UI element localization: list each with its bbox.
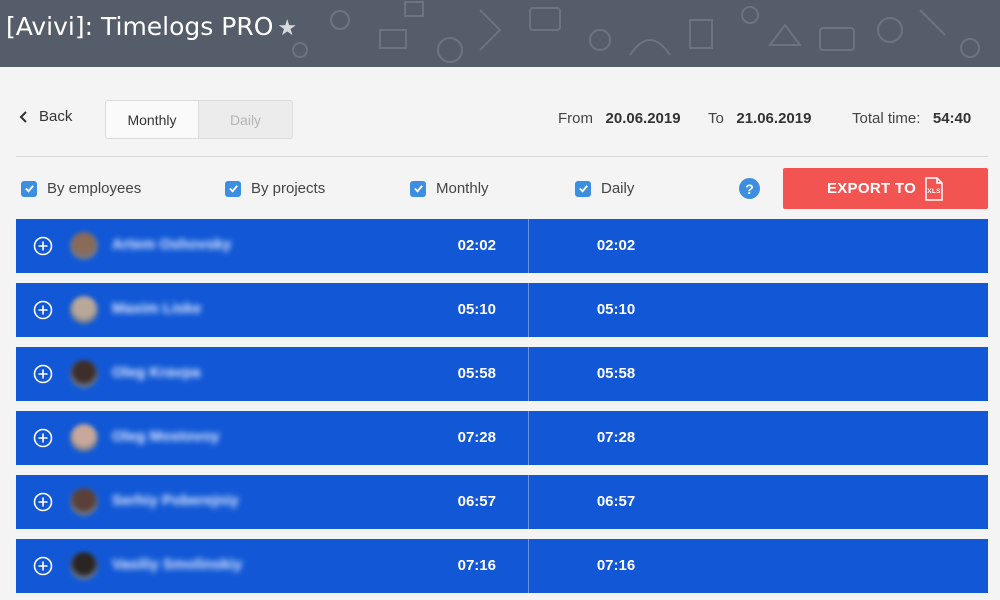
employee-row[interactable]: Vasiliy Smolinskiy 07:16 07:16: [16, 539, 988, 593]
column-divider: [528, 283, 529, 337]
star-icon[interactable]: ★: [277, 16, 297, 41]
total-time-cell: 05:58: [457, 365, 496, 382]
expand-plus-icon[interactable]: [33, 236, 53, 256]
total-time-cell: 07:28: [457, 429, 496, 446]
checkmark-icon: [410, 180, 426, 197]
daily-time-cell: 06:57: [596, 493, 636, 510]
toolbar: Back Monthly Daily From 20.06.2019 To 21…: [0, 95, 1000, 143]
employee-name: Oleg Mostovoy: [112, 428, 220, 445]
by-employees-checkbox[interactable]: By employees: [21, 180, 141, 197]
back-label: Back: [39, 108, 73, 125]
column-divider: [528, 475, 529, 529]
expand-plus-icon[interactable]: [33, 556, 53, 576]
svg-text:XLS: XLS: [927, 188, 941, 195]
column-divider: [528, 539, 529, 593]
expand-plus-icon[interactable]: [33, 364, 53, 384]
from-date[interactable]: 20.06.2019: [606, 110, 681, 127]
page-title-text: [Avivi]: Timelogs PRO: [6, 12, 274, 41]
back-button[interactable]: Back: [18, 108, 72, 125]
checkmark-icon: [575, 180, 591, 197]
checkmark-icon: [21, 180, 37, 197]
employee-row[interactable]: Maxim Liske 05:10 05:10: [16, 283, 988, 337]
avatar: [70, 488, 98, 516]
avatar: [70, 424, 98, 452]
export-button[interactable]: EXPORT TO XLS: [783, 168, 988, 209]
to-range: To 21.06.2019: [708, 110, 811, 127]
checkmark-icon: [225, 180, 241, 197]
total-time-value: 54:40: [932, 110, 972, 127]
view-toggle-daily[interactable]: Daily: [199, 101, 292, 138]
employee-row[interactable]: Oleg Mostovoy 07:28 07:28: [16, 411, 988, 465]
employee-name: Maxim Liske: [112, 300, 202, 317]
daily-time-cell: 05:10: [596, 301, 636, 318]
employee-name: Vasiliy Smolinskiy: [112, 556, 243, 573]
monthly-label: Monthly: [436, 180, 489, 197]
help-icon[interactable]: ?: [739, 178, 760, 199]
xls-file-icon: XLS: [925, 176, 943, 201]
daily-label: Daily: [601, 180, 635, 197]
app-header: [Avivi]: Timelogs PRO ★: [0, 0, 1000, 67]
export-label: EXPORT TO: [826, 180, 917, 197]
view-toggle-monthly[interactable]: Monthly: [106, 101, 199, 138]
by-projects-label: By projects: [251, 180, 326, 197]
to-date[interactable]: 21.06.2019: [736, 110, 811, 127]
column-divider: [528, 347, 529, 401]
daily-checkbox[interactable]: Daily: [575, 180, 634, 197]
daily-time-cell: 07:28: [596, 429, 636, 446]
expand-plus-icon[interactable]: [33, 492, 53, 512]
employee-list: Artem Oshovsky 02:02 02:02 Maxim Liske 0…: [16, 219, 988, 600]
total-time-cell: 02:02: [457, 237, 496, 254]
expand-plus-icon[interactable]: [33, 300, 53, 320]
from-label: From: [558, 110, 593, 127]
expand-plus-icon[interactable]: [33, 428, 53, 448]
column-divider: [528, 219, 529, 273]
column-divider: [528, 411, 529, 465]
to-label: To: [708, 110, 724, 127]
employee-name: Serhiy Poberejniy: [112, 492, 239, 509]
daily-time-cell: 05:58: [596, 365, 636, 382]
from-range: From 20.06.2019: [558, 110, 681, 127]
avatar: [70, 232, 98, 260]
by-projects-checkbox[interactable]: By projects: [225, 180, 325, 197]
daily-time-cell: 02:02: [596, 237, 636, 254]
total-time: Total time: 54:40: [852, 110, 971, 127]
avatar: [70, 296, 98, 324]
total-time-label: Total time:: [852, 110, 921, 127]
total-time-cell: 06:57: [457, 493, 496, 510]
view-toggle: Monthly Daily: [105, 100, 293, 139]
chevron-left-icon: [19, 110, 27, 123]
employee-row[interactable]: Serhiy Poberejniy 06:57 06:57: [16, 475, 988, 529]
avatar: [70, 360, 98, 388]
total-time-cell: 07:16: [457, 557, 496, 574]
employee-row[interactable]: Oleg Kravpa 05:58 05:58: [16, 347, 988, 401]
total-time-cell: 05:10: [457, 301, 496, 318]
employee-name: Oleg Kravpa: [112, 364, 201, 381]
filter-bar: By employees By projects Monthly Daily ?…: [0, 168, 1000, 210]
daily-time-cell: 07:16: [596, 557, 636, 574]
employee-row[interactable]: Artem Oshovsky 02:02 02:02: [16, 219, 988, 273]
monthly-checkbox[interactable]: Monthly: [410, 180, 489, 197]
page-title: [Avivi]: Timelogs PRO ★: [6, 12, 297, 41]
by-employees-label: By employees: [47, 180, 142, 197]
divider: [16, 156, 988, 157]
employee-name: Artem Oshovsky: [112, 236, 232, 253]
avatar: [70, 552, 98, 580]
